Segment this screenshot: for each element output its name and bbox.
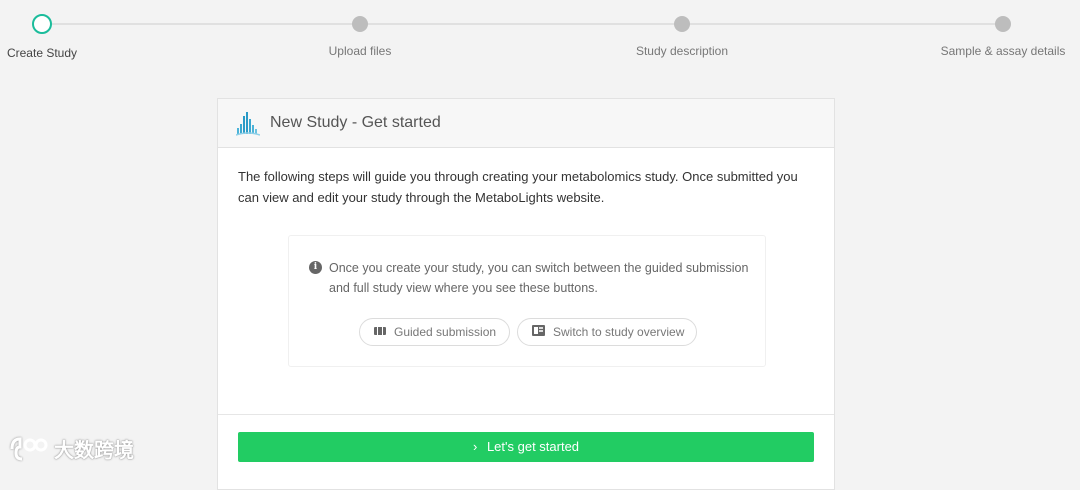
step-label: Study description <box>635 44 729 58</box>
step-indicator <box>352 16 368 32</box>
guided-submission-button[interactable]: Guided submission <box>359 318 510 346</box>
new-study-card: New Study - Get started The following st… <box>217 98 835 490</box>
metabolights-logo-icon <box>235 110 261 136</box>
progress-stepper: Create Study Upload files Study descript… <box>0 0 1080 70</box>
card-header: New Study - Get started <box>218 99 834 148</box>
watermark: 大数跨境 <box>8 434 134 463</box>
chevron-right-icon: › <box>472 439 478 454</box>
info-message: i Once you create your study, you can sw… <box>309 258 749 298</box>
step-label: Sample & assay details <box>940 44 1066 58</box>
lets-get-started-label: Let's get started <box>486 439 580 454</box>
step-study-description[interactable]: Study description <box>592 14 772 58</box>
overview-icon <box>532 325 545 339</box>
step-create-study[interactable]: Create Study <box>0 14 132 60</box>
switch-to-study-overview-button[interactable]: Switch to study overview <box>517 318 697 346</box>
book-icon <box>374 325 386 339</box>
info-box: i Once you create your study, you can sw… <box>288 235 766 367</box>
stepper-track <box>42 23 1003 25</box>
lets-get-started-button[interactable]: › Let's get started <box>238 432 814 462</box>
intro-text: The following steps will guide you throu… <box>238 169 798 205</box>
step-indicator <box>674 16 690 32</box>
footer-divider <box>218 414 834 415</box>
step-sample-assay-details[interactable]: Sample & assay details <box>913 14 1080 58</box>
card-title: New Study - Get started <box>270 114 441 131</box>
step-upload-files[interactable]: Upload files <box>270 14 450 58</box>
step-label: Upload files <box>328 44 392 58</box>
step-indicator <box>995 16 1011 32</box>
watermark-text: 大数跨境 <box>54 440 134 462</box>
step-label: Create Study <box>6 46 78 60</box>
info-text: Once you create your study, you can swit… <box>329 261 749 295</box>
switch-to-study-overview-label: Switch to study overview <box>553 325 685 339</box>
step-indicator-active <box>32 14 52 34</box>
watermark-logo-icon <box>10 436 48 460</box>
guided-submission-label: Guided submission <box>394 325 497 339</box>
info-icon: i <box>309 261 322 274</box>
